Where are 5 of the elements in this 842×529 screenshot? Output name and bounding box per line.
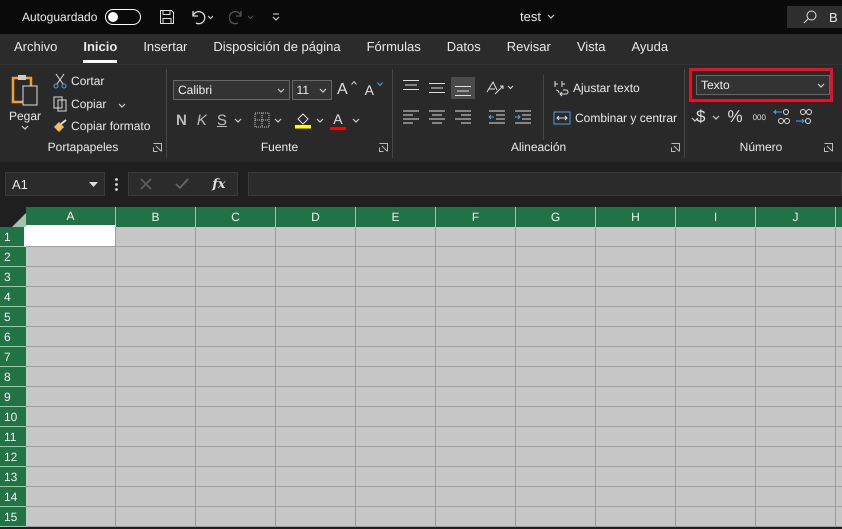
group-label: Portapapeles — [48, 140, 118, 154]
group-label: Número — [740, 140, 782, 154]
group-label: Alineación — [510, 140, 566, 154]
autosave-label: Autoguardado — [22, 10, 98, 24]
group-label: Fuente — [260, 140, 298, 154]
